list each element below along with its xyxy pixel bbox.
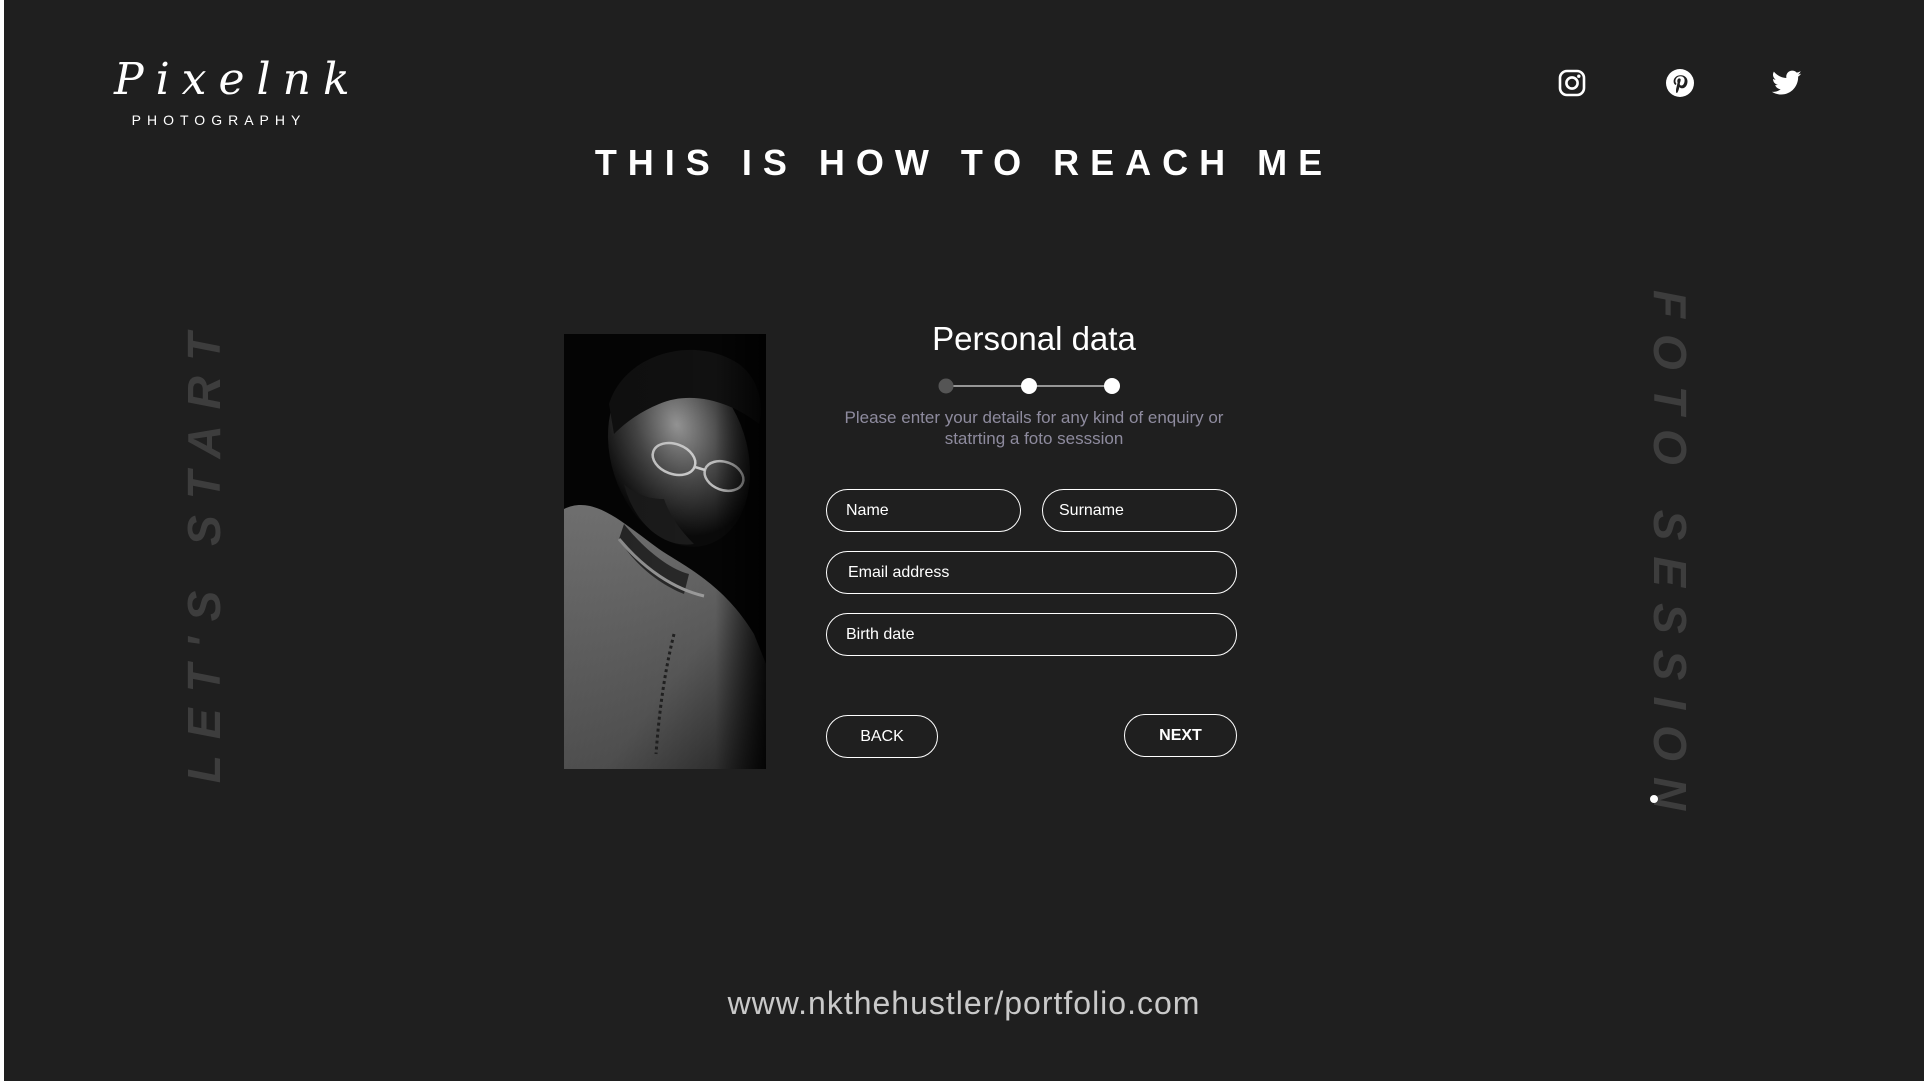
page-frame: Pixelnk PHOTOGRAPHY THIS IS HOW TO REACH… <box>4 0 1924 1081</box>
surname-placeholder: Surname <box>1059 501 1124 519</box>
email-placeholder: Email address <box>848 563 950 581</box>
portrait-photo <box>564 334 766 769</box>
next-button[interactable]: NEXT <box>1124 714 1237 757</box>
name-field[interactable]: Name <box>826 489 1021 532</box>
side-text-right: FOTO SESSION <box>1644 289 1696 827</box>
email-field[interactable]: Email address <box>826 551 1237 594</box>
form-description: Please enter your details for any kind o… <box>844 408 1224 448</box>
step-1-dot <box>938 378 954 394</box>
side-dot <box>1650 795 1658 803</box>
back-button-label: BACK <box>860 727 904 745</box>
page-heading: THIS IS HOW TO REACH ME <box>594 142 1334 183</box>
pinterest-icon[interactable] <box>1663 66 1697 100</box>
logo-subtitle: PHOTOGRAPHY <box>131 112 307 128</box>
step-2-dot <box>1021 378 1037 394</box>
form-title: Personal data <box>932 320 1136 357</box>
portfolio-url[interactable]: www.nkthehustler/portfolio.com <box>4 985 1924 1022</box>
name-placeholder: Name <box>846 501 889 519</box>
next-button-label: NEXT <box>1159 726 1202 744</box>
birth-date-placeholder: Birth date <box>846 625 915 643</box>
instagram-icon[interactable] <box>1555 66 1589 100</box>
twitter-icon[interactable] <box>1770 66 1804 100</box>
birth-date-field[interactable]: Birth date <box>826 613 1237 656</box>
surname-field[interactable]: Surname <box>1042 489 1237 532</box>
side-text-left: LET'S START <box>178 316 230 784</box>
brand-logo[interactable]: Pixelnk PHOTOGRAPHY <box>114 52 362 128</box>
progress-stepper <box>934 376 1124 396</box>
back-button[interactable]: BACK <box>826 715 938 758</box>
logo-script-text: Pixelnk <box>114 54 362 105</box>
step-3-dot <box>1104 378 1120 394</box>
